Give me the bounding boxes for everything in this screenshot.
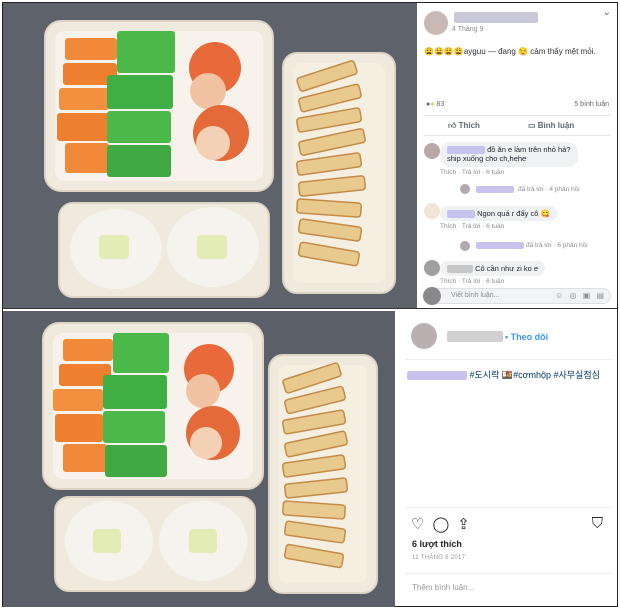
post-action-icons: ♡ ◯ ⇪ [411,515,478,533]
thumbs-up-icon: 👍︎ [448,121,459,130]
divider [424,115,611,116]
post-date[interactable]: 4 Tháng 9 · [452,26,488,33]
comment-input-placeholder: Viết bình luận... [451,292,500,299]
divider [2,308,618,309]
comment-count[interactable]: 5 bình luận [574,101,609,108]
poster-avatar[interactable] [411,323,437,349]
post-date: 11 THÁNG 8 2017 [412,555,466,561]
current-user-avatar [423,287,441,305]
comment-icon[interactable]: ◯ [432,516,449,533]
poster-name-blurred[interactable] [454,12,538,23]
replier-name-blurred[interactable] [476,242,524,249]
more-icon[interactable]: ⌄ [603,7,611,18]
food-photo-bottom [3,311,395,607]
comment-bubble: Cô cần như zi ko e [440,261,546,277]
view-replies-link[interactable]: đã trả lời · 4 phản hồi [518,186,580,193]
divider [405,573,613,574]
poster-avatar[interactable] [424,11,448,35]
follow-button[interactable]: • Theo dõi [505,332,548,342]
like-button[interactable]: 👍︎ Thích [448,121,480,131]
reaction-summary[interactable]: ●● 83 [426,101,444,108]
comment-bubble: đồ ăn e làm trên nhỏ hả? ship xuống cho … [440,142,578,167]
reaction-count: 83 [436,101,445,108]
comment-meta[interactable]: Thích · Trả lời · 6 tuần [440,169,578,176]
comment-meta[interactable]: Thích · Trả lời · 6 tuần [440,223,557,230]
post-caption: #도시락 🍱#cơmhộp #사무실점심 [407,370,607,382]
comment-item: Ngon quá r đấy cô 😋 Thích · Trả lời · 6 … [440,206,557,230]
poster-name-blurred[interactable] [447,331,503,342]
comment-attachment-icons[interactable]: ☺ ◎ ▣ ▤ [555,291,606,300]
reply-avatar[interactable] [460,241,470,251]
facebook-post-panel: 4 Tháng 9 · ⌄ 😩😩😩😩ayguu — đang 😌 cảm thấ… [418,3,617,308]
heart-icon[interactable]: ♡ [411,516,424,533]
comment-icon: ▭ [528,121,538,130]
comment-item: đồ ăn e làm trên nhỏ hả? ship xuống cho … [440,142,578,176]
instagram-post-panel: • Theo dõi #도시락 🍱#cơmhộp #사무실점심 ♡ ◯ ⇪ ⛉ 6 … [397,311,617,606]
commenter-avatar[interactable] [424,143,440,159]
comment-button[interactable]: ▭ Bình luận [528,121,574,130]
replier-name-blurred[interactable] [476,186,514,193]
commenter-avatar[interactable] [424,260,440,276]
haha-reaction-icon: ● [430,101,435,108]
like-count[interactable]: 6 lượt thích [412,539,462,549]
divider [405,507,613,508]
add-comment-input[interactable]: Thêm bình luận... [412,583,474,592]
divider [405,359,613,360]
view-replies-link[interactable]: đã trả lời · 6 phản hồi [526,242,588,249]
comment-bubble: Ngon quá r đấy cô 😋 [440,206,557,222]
comment-meta[interactable]: Thích · Trả lời · 6 tuần [440,278,545,285]
comment-input[interactable]: Viết bình luận... ☺ ◎ ▣ ▤ [423,287,611,305]
reply-avatar[interactable] [460,184,470,194]
comment-item: Cô cần như zi ko e Thích · Trả lời · 6 t… [440,261,546,285]
food-photo-top [3,3,417,308]
bookmark-icon[interactable]: ⛉ [592,515,603,532]
divider [424,135,611,136]
share-icon[interactable]: ⇪ [457,516,470,533]
commenter-avatar[interactable] [424,203,440,219]
post-status-text: 😩😩😩😩ayguu — đang 😌 cảm thấy mệt mỏi. [424,47,596,56]
